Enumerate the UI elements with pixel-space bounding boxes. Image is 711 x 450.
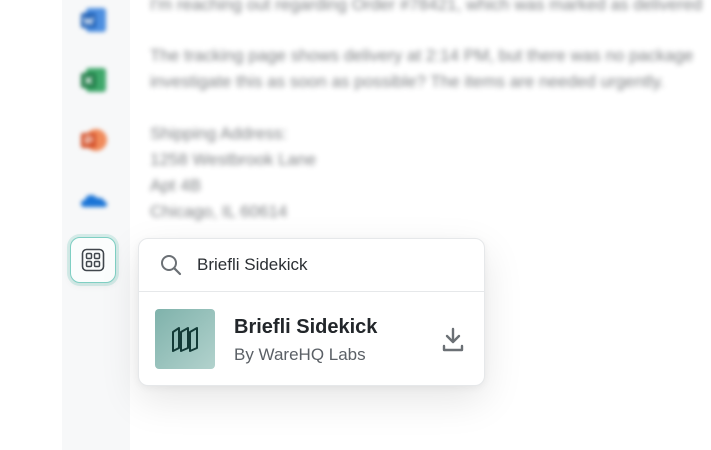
word-icon[interactable] — [78, 4, 110, 36]
search-icon — [161, 255, 182, 276]
app-publisher: By WareHQ Labs — [234, 345, 366, 364]
excel-icon[interactable] — [78, 64, 110, 96]
apps-grid-button[interactable] — [70, 237, 116, 283]
search-result-item[interactable]: Briefli Sidekick By WareHQ Labs — [139, 292, 484, 386]
email-line: Apt 4B — [150, 176, 202, 195]
email-line: investigate this as soon as possible? Th… — [150, 72, 665, 91]
app-name: Briefli Sidekick — [234, 316, 378, 338]
powerpoint-icon[interactable] — [78, 124, 110, 156]
download-icon[interactable] — [441, 327, 465, 353]
briefli-logo-icon — [155, 309, 215, 369]
onedrive-icon[interactable] — [78, 184, 110, 216]
email-line: Shipping Address: — [150, 124, 288, 143]
search-input[interactable] — [197, 253, 457, 277]
email-line: I'm reaching out regarding Order #78421,… — [150, 0, 703, 14]
email-line: 1258 Westbrook Lane — [150, 150, 317, 169]
search-bar[interactable] — [139, 239, 484, 292]
email-line: The tracking page shows delivery at 2:14… — [150, 46, 694, 65]
app-search-popup: Briefli Sidekick By WareHQ Labs — [138, 238, 485, 386]
email-line: Chicago, IL 60614 — [150, 202, 288, 221]
apps-grid-icon — [81, 248, 105, 272]
